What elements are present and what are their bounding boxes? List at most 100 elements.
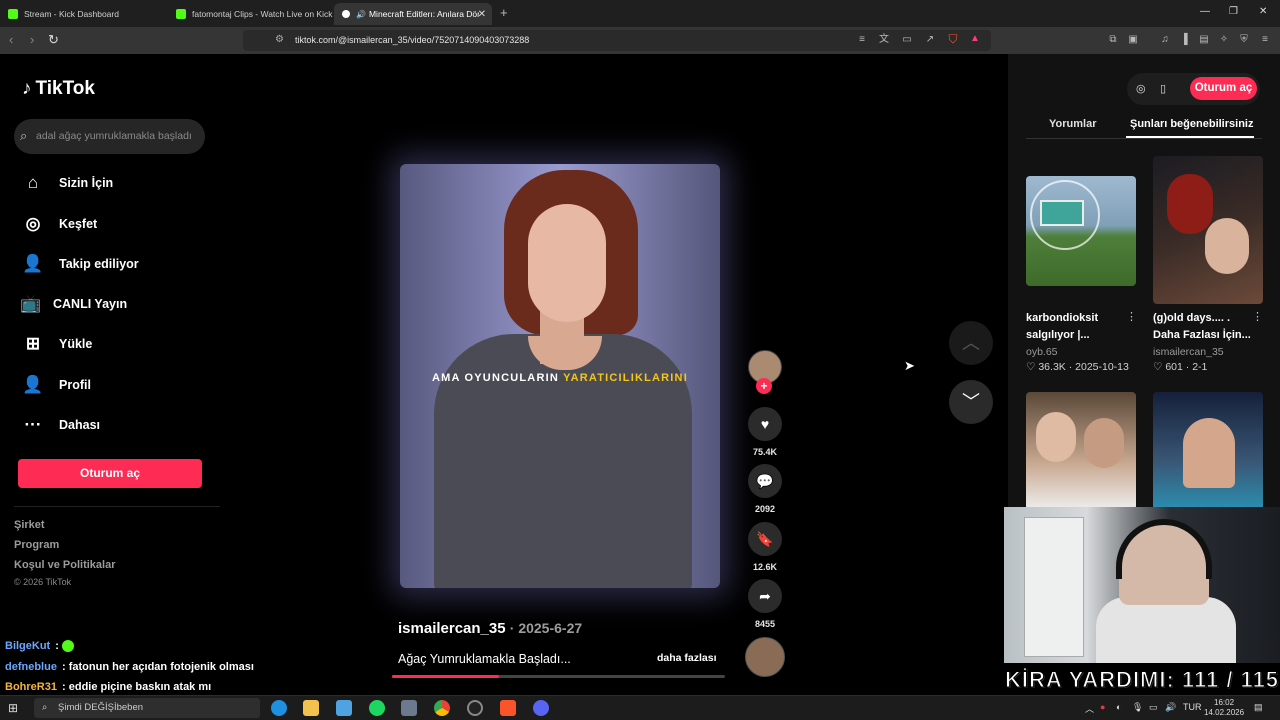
taskbar-clock[interactable]: 16:02 14.02.2026: [1204, 698, 1244, 718]
new-tab-icon[interactable]: +: [500, 5, 508, 20]
tab-tiktok[interactable]: 🔊 Minecraft Editlerı: Anılara Dön ✕: [334, 3, 492, 25]
video-progress-bar[interactable]: [392, 675, 725, 678]
forward-icon[interactable]: ›: [30, 32, 34, 47]
nav-explore[interactable]: ◎ Keşfet: [22, 214, 98, 234]
microphone-icon[interactable]: 🎙: [1132, 702, 1143, 713]
network-icon[interactable]: ▭: [1149, 702, 1158, 713]
phone-icon[interactable]: ▯: [1160, 82, 1166, 95]
tray-app-icon[interactable]: ◐: [1116, 702, 1121, 712]
webcam-hoodie: [1096, 597, 1236, 663]
music-disc-avatar[interactable]: [745, 637, 785, 677]
webcam-headphones: [1116, 519, 1212, 579]
tab-you-may-like[interactable]: Şunları beğenebilirsiniz: [1130, 118, 1253, 130]
brave-icon[interactable]: [500, 700, 516, 716]
back-icon[interactable]: ‹: [9, 32, 13, 47]
compass-icon[interactable]: ◎: [1136, 82, 1146, 95]
minimize-icon[interactable]: —: [1200, 6, 1210, 17]
notification-icon[interactable]: ▤: [1254, 702, 1263, 713]
tray-app-icon[interactable]: ●: [1100, 702, 1105, 712]
site-settings-icon[interactable]: ⚙: [275, 34, 284, 45]
wallet-icon[interactable]: ▤: [1198, 34, 1210, 46]
nav-label: CANLI Yayın: [53, 297, 128, 311]
store-icon[interactable]: [336, 700, 352, 716]
brave-shield-icon[interactable]: ⛉: [947, 33, 959, 45]
nav-following[interactable]: 👤 Takip ediliyor: [22, 254, 138, 274]
menu-icon[interactable]: ≡: [1259, 34, 1271, 46]
language-indicator[interactable]: TUR: [1183, 702, 1202, 712]
close-tab-icon[interactable]: ✕: [478, 9, 486, 20]
obs-icon[interactable]: [467, 700, 483, 716]
nav-live[interactable]: 📺 CANLI Yayın: [20, 294, 127, 314]
share-button[interactable]: ➦: [748, 579, 782, 613]
music-icon[interactable]: ♫: [1159, 34, 1171, 46]
spotify-icon[interactable]: [369, 700, 385, 716]
maximize-icon[interactable]: ❐: [1229, 6, 1238, 17]
volume-icon[interactable]: 🔊: [1165, 702, 1176, 713]
like-button[interactable]: ♥: [748, 407, 782, 441]
footer-terms-link[interactable]: Koşul ve Politikalar: [14, 559, 115, 571]
suggestion-thumbnail[interactable]: [1153, 156, 1263, 304]
edge-icon[interactable]: [271, 700, 287, 716]
nav-more[interactable]: ··· Dahası: [22, 415, 101, 435]
tab-comments[interactable]: Yorumlar: [1049, 118, 1096, 130]
previous-video-button[interactable]: ︿: [949, 321, 993, 365]
tab-kick-dashboard[interactable]: Stream - Kick Dashboard: [0, 3, 168, 25]
url-field[interactable]: ⚙ tiktok.com/@ismailercan_35/video/75207…: [243, 30, 991, 51]
translate-icon[interactable]: 文: [878, 34, 890, 46]
save-button[interactable]: 🔖: [748, 522, 782, 556]
sidebar-icon[interactable]: ▐: [1178, 34, 1190, 46]
leo-ai-icon[interactable]: ✧: [1218, 34, 1230, 46]
tab-label: Stream - Kick Dashboard: [24, 9, 119, 19]
reload-icon[interactable]: ↻: [48, 32, 59, 48]
suggestion-thumbnail[interactable]: [1026, 176, 1136, 286]
tab-kick-clips[interactable]: fatomontaj Clips - Watch Live on Kick: [168, 3, 334, 25]
video-description: Ağaç Yumruklamakla Başladı...: [398, 652, 571, 666]
follow-plus-icon[interactable]: +: [756, 378, 772, 394]
discord-icon[interactable]: [533, 700, 549, 716]
home-icon: ⌂: [27, 173, 39, 192]
file-explorer-icon[interactable]: [303, 700, 319, 716]
suggestion-thumbnail[interactable]: [1026, 392, 1136, 510]
extensions-icon[interactable]: ⧉: [1107, 34, 1119, 46]
screenshot-icon[interactable]: ▣: [1127, 34, 1139, 46]
chevron-down-icon: ﹀: [962, 392, 980, 412]
vpn-icon[interactable]: ⛨: [1238, 34, 1250, 46]
login-button-top[interactable]: Oturum aç: [1190, 77, 1257, 100]
suggestion-user[interactable]: ismailercan_35: [1153, 346, 1224, 358]
thumb-face: [1084, 418, 1124, 468]
comment-button[interactable]: 💬: [748, 464, 782, 498]
divider: [14, 506, 220, 507]
chrome-icon[interactable]: [434, 700, 450, 716]
video-player[interactable]: AMA OYUNCULARIN YARATICILIKLARINI: [400, 164, 720, 588]
suggestion-thumbnail[interactable]: [1153, 392, 1263, 510]
url-text[interactable]: tiktok.com/@ismailercan_35/video/7520714…: [295, 35, 529, 45]
more-options-icon[interactable]: ⋮: [1126, 310, 1137, 323]
suggestion-title[interactable]: karbondioksit salgılıyor |...: [1026, 310, 1098, 344]
search-input[interactable]: ⌕ adal ağaç yumruklamakla başladı: [14, 119, 205, 154]
webcam-door: [1024, 517, 1084, 657]
share-icon[interactable]: ↗: [924, 34, 936, 46]
nav-for-you[interactable]: ⌂ Sizin İçin: [22, 173, 113, 193]
windows-start-icon[interactable]: ⊞: [8, 701, 18, 715]
footer-program-link[interactable]: Program: [14, 539, 59, 551]
nav-upload[interactable]: ⊞ Yükle: [22, 334, 92, 354]
more-button[interactable]: daha fazlası: [657, 652, 717, 664]
more-options-icon[interactable]: ⋮: [1252, 310, 1263, 323]
nav-profile[interactable]: 👤 Profil: [22, 375, 91, 395]
tiktok-logo[interactable]: ♪ TikTok: [22, 78, 95, 100]
close-window-icon[interactable]: ✕: [1259, 6, 1267, 17]
footer-company-link[interactable]: Şirket: [14, 519, 45, 531]
reader-icon[interactable]: ≡: [856, 34, 868, 46]
streamer-webcam: [1004, 507, 1280, 663]
suggestion-title[interactable]: (g)old days.... . Daha Fazlası İçin...: [1153, 310, 1251, 344]
author-name[interactable]: ismailercan_35: [398, 620, 506, 637]
cast-icon[interactable]: ▭: [901, 34, 913, 46]
next-video-button[interactable]: ﹀: [949, 380, 993, 424]
brave-rewards-icon[interactable]: ▲: [969, 33, 981, 45]
login-button[interactable]: Oturum aç: [18, 459, 202, 488]
suggestion-user[interactable]: oyb.65: [1026, 346, 1058, 358]
taskbar-search[interactable]: ⌕ Şimdi DEĞİŞİbeben: [34, 698, 260, 718]
calculator-icon[interactable]: [401, 700, 417, 716]
tray-chevron-icon[interactable]: ︿: [1085, 702, 1094, 715]
heart-icon: ♥: [760, 416, 770, 432]
